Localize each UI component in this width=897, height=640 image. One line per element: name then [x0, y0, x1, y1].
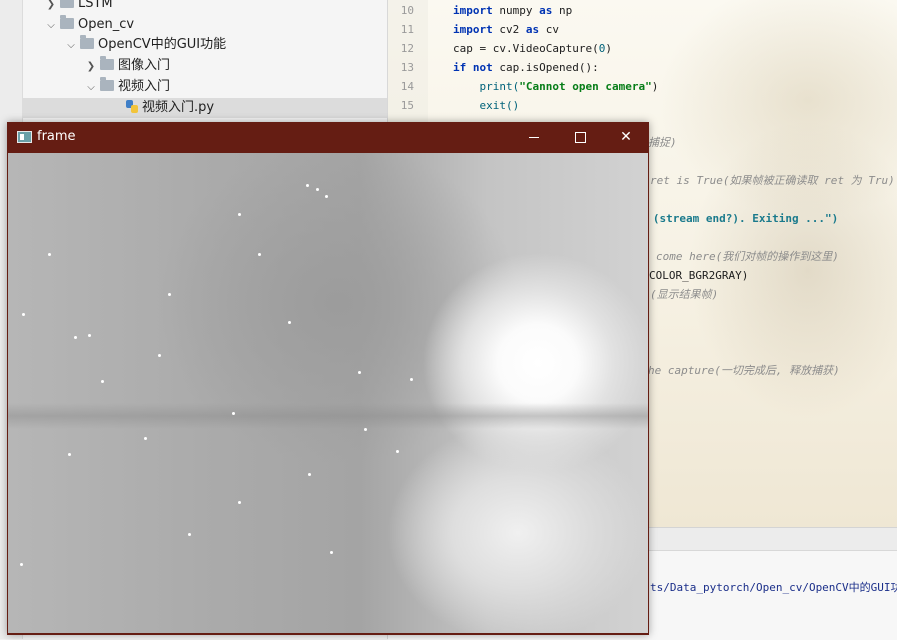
code-line[interactable]: 11 import cv2 as cv: [388, 20, 559, 39]
image-noise-speck: [168, 293, 171, 296]
folder-icon: [100, 77, 114, 91]
image-noise-speck: [88, 334, 91, 337]
code-token: print(: [453, 80, 520, 93]
folder-icon: [60, 15, 74, 29]
chevron-right-icon[interactable]: ❯: [84, 57, 98, 77]
code-token: ): [605, 42, 612, 55]
line-number: 11: [400, 23, 414, 36]
code-line[interactable]: 13 if not cap.isOpened():: [388, 58, 599, 77]
tree-item-label: LSTM: [78, 0, 113, 11]
line-number: 10: [400, 4, 414, 17]
image-noise-speck: [188, 533, 191, 536]
tree-item-label: OpenCV中的GUI功能: [98, 37, 227, 52]
line-number: 15: [400, 99, 414, 112]
tree-item-label: 图像入门: [118, 58, 171, 73]
minimize-button[interactable]: [511, 122, 557, 153]
image-noise-speck: [288, 321, 291, 324]
tree-item-lstm[interactable]: ❯ LSTM: [44, 0, 113, 14]
maximize-button[interactable]: [557, 122, 603, 153]
folder-icon: [100, 56, 114, 70]
code-fragment: 捕捉): [648, 136, 677, 149]
camera-frame-image: [8, 153, 648, 633]
image-noise-speck: [238, 501, 241, 504]
python-file-icon: [126, 100, 138, 113]
image-noise-speck: [325, 195, 328, 198]
image-noise-speck: [101, 380, 104, 383]
run-output-text: ts/Data_pytorch/Open_cv/OpenCV中的GUI功能: [650, 581, 897, 594]
code-fragment: (显示结果帧): [650, 288, 719, 301]
code-fragment: ne (stream end?). Exiting ..."): [633, 212, 839, 225]
code-token: if not: [453, 61, 500, 74]
code-line[interactable]: 14 print("Cannot open camera"): [388, 77, 659, 96]
image-noise-speck: [258, 253, 261, 256]
code-token: numpy: [499, 4, 540, 17]
image-noise-speck: [306, 184, 309, 187]
image-noise-speck: [232, 412, 235, 415]
image-noise-speck: [238, 213, 241, 216]
tree-item-video-intro-py[interactable]: 视频入门.py: [22, 98, 387, 118]
image-noise-speck: [396, 450, 399, 453]
maximize-icon: [574, 131, 586, 143]
image-noise-speck: [358, 371, 361, 374]
code-line[interactable]: 12 cap = cv.VideoCapture(0): [388, 39, 612, 58]
code-token: ): [651, 80, 659, 93]
code-token: cv: [545, 23, 559, 36]
image-noise-speck: [20, 563, 23, 566]
image-noise-speck: [48, 253, 51, 256]
image-noise-speck: [330, 551, 333, 554]
folder-icon: [60, 0, 74, 8]
image-noise-speck: [22, 313, 25, 316]
code-token: np: [558, 4, 573, 17]
image-band: [8, 403, 648, 429]
image-noise-speck: [68, 453, 71, 456]
image-noise-speck: [316, 188, 319, 191]
code-token: as: [525, 23, 546, 36]
window-title: frame: [37, 129, 76, 144]
image-noise-speck: [410, 378, 413, 381]
code-token: exit(): [453, 99, 520, 112]
close-icon: ✕: [620, 129, 632, 145]
tree-item-label: 视频入门: [118, 79, 171, 94]
code-token: as: [539, 4, 559, 17]
folder-icon: [80, 35, 94, 49]
image-noise-speck: [364, 428, 367, 431]
code-fragment: ret is True(如果帧被正确读取 ret 为 Tru): [650, 174, 895, 187]
chevron-down-icon[interactable]: ⌵: [64, 36, 78, 56]
frame-window[interactable]: frame ✕: [7, 122, 649, 635]
image-noise-speck: [308, 473, 311, 476]
code-fragment: he capture(一切完成后, 释放捕获): [648, 364, 840, 377]
image-noise-speck: [144, 437, 147, 440]
code-token: cap.isOpened():: [499, 61, 599, 74]
chevron-right-icon[interactable]: ❯: [44, 0, 58, 15]
chevron-down-icon[interactable]: ⌵: [44, 16, 58, 36]
close-button[interactable]: ✕: [603, 122, 649, 153]
code-line[interactable]: 10 import numpy as np: [388, 1, 572, 20]
code-token: import: [453, 4, 500, 17]
chevron-down-icon[interactable]: ⌵: [84, 78, 98, 98]
image-noise-speck: [158, 354, 161, 357]
tree-item-open-cv[interactable]: ⌵ Open_cv: [44, 15, 134, 35]
line-number: 13: [400, 61, 414, 74]
code-token: cv2: [499, 23, 526, 36]
minimize-icon: [529, 136, 539, 138]
tree-item-image-intro[interactable]: ❯ 图像入门: [84, 56, 170, 76]
code-token: cap = cv.VideoCapture(: [453, 42, 599, 55]
image-noise-speck: [74, 336, 77, 339]
code-token: "Cannot open camera": [519, 80, 652, 93]
code-token: import: [453, 23, 500, 36]
tree-item-label: Open_cv: [78, 17, 135, 32]
tree-item-video-intro[interactable]: ⌵ 视频入门: [84, 77, 170, 97]
app-icon: [17, 131, 32, 143]
code-line[interactable]: 15 exit(): [388, 96, 519, 115]
line-number: 12: [400, 42, 414, 55]
tree-item-opencv-gui[interactable]: ⌵ OpenCV中的GUI功能: [64, 35, 226, 55]
tree-item-label: 视频入门.py: [142, 100, 215, 115]
code-fragment: COLOR_BGR2GRAY): [649, 269, 749, 282]
window-titlebar[interactable]: frame ✕: [7, 122, 649, 153]
line-number: 14: [400, 80, 414, 93]
code-fragment: come here(我们对帧的操作到这里): [656, 250, 839, 263]
